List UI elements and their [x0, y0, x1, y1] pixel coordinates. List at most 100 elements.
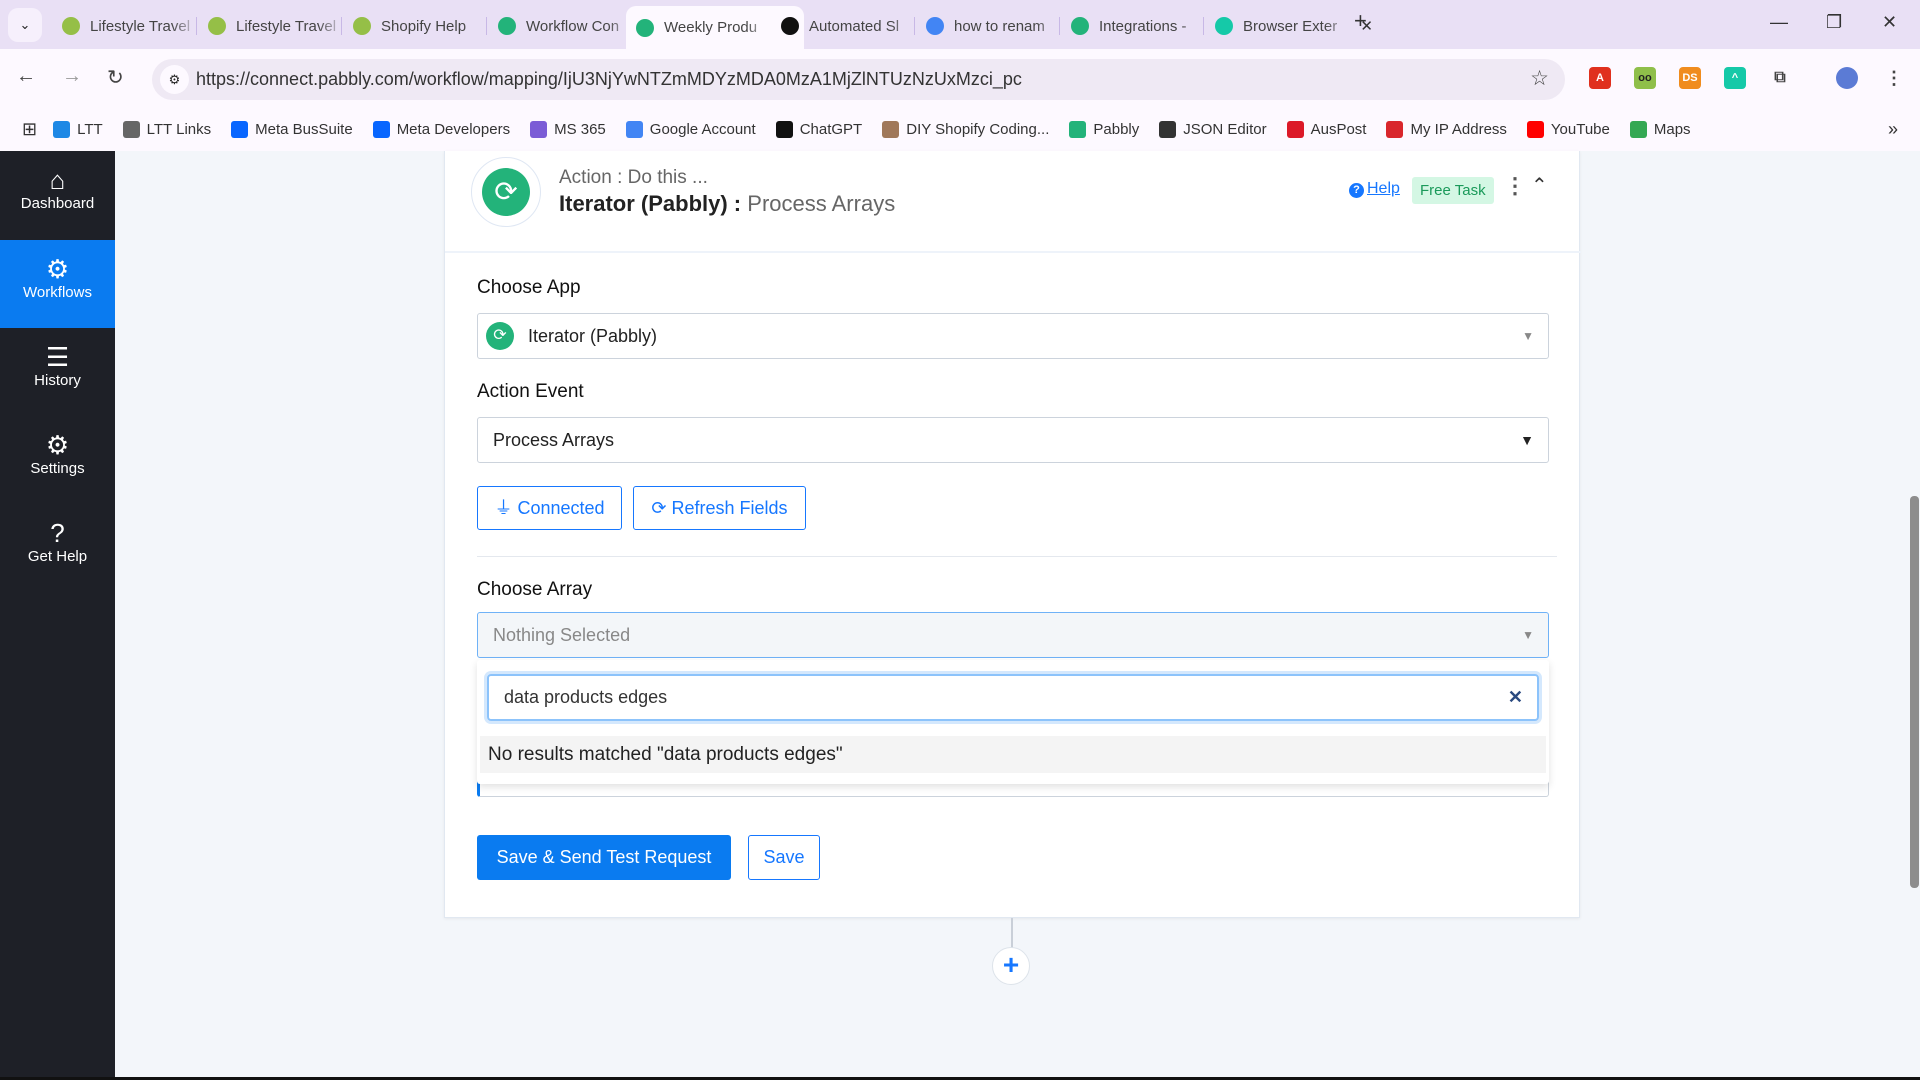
bookmark-item[interactable]: Meta BusSuite	[231, 121, 353, 138]
help-icon: ?	[50, 518, 65, 548]
bookmark-label: LTT Links	[146, 121, 212, 138]
bookmark-item[interactable]: Google Account	[625, 121, 756, 138]
close-window-button[interactable]: ✕	[1882, 12, 1897, 33]
apps-grid-icon[interactable]: ⊞	[22, 119, 37, 140]
bookmark-icon	[231, 121, 249, 138]
bookmark-label: DIY Shopify Coding...	[906, 121, 1050, 138]
sidebar-item-label: Workflows	[23, 284, 92, 301]
connected-label: Connected	[517, 498, 605, 518]
save-button[interactable]: Save	[748, 835, 820, 880]
new-tab-button[interactable]: +	[1354, 8, 1367, 34]
tab-title: how to renam	[954, 17, 1045, 35]
tab-separator	[341, 17, 342, 35]
chatgpt-icon	[781, 17, 799, 35]
bookmark-icon	[1526, 121, 1544, 138]
bookmark-icon	[1629, 121, 1647, 138]
scrollbar[interactable]	[1910, 151, 1920, 1077]
minimize-button[interactable]: —	[1770, 12, 1788, 33]
bookmark-item[interactable]: My IP Address	[1386, 121, 1507, 138]
step-connector	[1011, 918, 1013, 948]
bookmark-label: YouTube	[1550, 121, 1610, 138]
pabbly-icon	[1071, 17, 1089, 35]
forward-button[interactable]: →	[62, 65, 82, 88]
action-event-value: Process Arrays	[493, 430, 615, 450]
bookmark-item[interactable]: YouTube	[1526, 121, 1610, 138]
bookmark-item[interactable]: ChatGPT	[775, 121, 862, 138]
array-search-input[interactable]: data products edges ✕	[487, 674, 1539, 721]
sidebar: ⌂ Dashboard ⚙ Workflows ☰ History ⚙ Settings…	[0, 151, 115, 1080]
restore-button[interactable]: ❐	[1826, 12, 1842, 33]
sidebar-item-dashboard[interactable]: ⌂ Dashboard	[0, 151, 115, 239]
bookmark-icon	[882, 121, 900, 138]
refresh-fields-button[interactable]: ⟳ Refresh Fields	[633, 486, 806, 530]
adobe-extension-icon[interactable]: A	[1589, 67, 1611, 89]
help-link[interactable]: ? Help	[1349, 180, 1400, 198]
workflow-icon: ⚙	[45, 254, 70, 284]
back-button[interactable]: ←	[16, 65, 36, 88]
clear-search-icon[interactable]: ✕	[1508, 676, 1523, 719]
collapse-chevron-icon[interactable]: ⌃	[1531, 173, 1548, 198]
pabbly-icon	[498, 17, 516, 35]
sidebar-item-history[interactable]: ☰ History	[0, 328, 115, 416]
app-name: Iterator (Pabbly) :	[559, 191, 742, 216]
tab-title: Lifestyle Travel	[236, 17, 337, 35]
sidebar-item-settings[interactable]: ⚙ Settings	[0, 416, 115, 504]
step-subtitle: Action : Do this ...	[559, 167, 708, 188]
shopify-icon	[62, 17, 80, 35]
bookmark-icon	[775, 121, 793, 138]
extensions-puzzle-icon[interactable]: ⧉	[1769, 67, 1791, 89]
bookmark-label: Meta BusSuite	[255, 121, 353, 138]
shopify-icon	[353, 17, 371, 35]
add-step-button[interactable]: +	[992, 947, 1030, 985]
bookmark-item[interactable]: LTT	[53, 121, 103, 138]
choose-app-label: Choose App	[477, 277, 581, 298]
event-name: Process Arrays	[747, 191, 896, 216]
site-info-icon[interactable]: ⚙	[160, 65, 189, 94]
tab-separator	[196, 17, 197, 35]
no-results-message: No results matched "data products edges"	[480, 736, 1546, 773]
tab-search-button[interactable]: ⌄	[8, 8, 42, 42]
bookmark-item[interactable]: Meta Developers	[372, 121, 510, 138]
bookmark-icon	[1159, 121, 1177, 138]
bookmark-label: MS 365	[554, 121, 606, 138]
connected-button[interactable]: ⏚ Connected	[477, 486, 622, 530]
bookmark-label: LTT	[77, 121, 103, 138]
bookmark-item[interactable]: MS 365	[530, 121, 606, 138]
glasses-extension-icon[interactable]: oo	[1634, 67, 1656, 89]
reload-button[interactable]: ↻	[107, 65, 124, 90]
more-options-icon[interactable]: ⋮	[1504, 173, 1526, 199]
gear-icon: ⚙	[45, 430, 70, 460]
browser-toolbar: ← → ↻ ⚙ https://connect.pabbly.com/workf…	[0, 49, 1920, 108]
save-and-send-test-button[interactable]: Save & Send Test Request	[477, 835, 731, 880]
bookmark-item[interactable]: JSON Editor	[1159, 121, 1267, 138]
action-event-select[interactable]: Process Arrays ▼	[477, 417, 1549, 463]
bookmark-item[interactable]: Pabbly	[1069, 121, 1139, 138]
bookmark-item[interactable]: LTT Links	[122, 121, 212, 138]
scrollbar-thumb[interactable]	[1910, 496, 1919, 888]
address-bar[interactable]: ⚙ https://connect.pabbly.com/workflow/ma…	[152, 59, 1565, 100]
tab-title: Shopify Help	[381, 17, 467, 35]
profile-avatar[interactable]	[1836, 67, 1858, 89]
more-bookmarks-icon[interactable]: »	[1888, 119, 1898, 140]
sidebar-item-workflows[interactable]: ⚙ Workflows	[0, 240, 115, 328]
url-text[interactable]: https://connect.pabbly.com/workflow/mapp…	[196, 69, 1022, 90]
bookmark-item[interactable]: DIY Shopify Coding...	[882, 121, 1049, 138]
sidebar-item-get-help[interactable]: ? Get Help	[0, 504, 115, 592]
bookmark-label: JSON Editor	[1183, 121, 1267, 138]
bookmark-item[interactable]: AusPost	[1286, 121, 1366, 138]
iterator-app-icon: ⟳	[471, 157, 541, 227]
caret-down-icon: ▼	[1520, 432, 1534, 448]
browser-extension-icon[interactable]: ^	[1724, 67, 1746, 89]
chrome-menu-icon[interactable]: ⋮	[1883, 67, 1905, 89]
list-icon: ☰	[45, 342, 70, 372]
bookmark-item[interactable]: Maps	[1629, 121, 1691, 138]
free-task-badge: Free Task	[1412, 177, 1494, 204]
choose-app-select[interactable]: ⟳ Iterator (Pabbly) ▼	[477, 313, 1549, 359]
bookmark-star-icon[interactable]: ☆	[1530, 66, 1549, 91]
ds-extension-icon[interactable]: DS	[1679, 67, 1701, 89]
tab-separator	[914, 17, 915, 35]
choose-array-dropdown: data products edges ✕ No results matched…	[477, 660, 1549, 784]
refresh-label: Refresh Fields	[671, 498, 788, 518]
choose-array-select[interactable]: Nothing Selected ▼	[477, 612, 1549, 658]
bookmark-icon	[53, 121, 71, 138]
